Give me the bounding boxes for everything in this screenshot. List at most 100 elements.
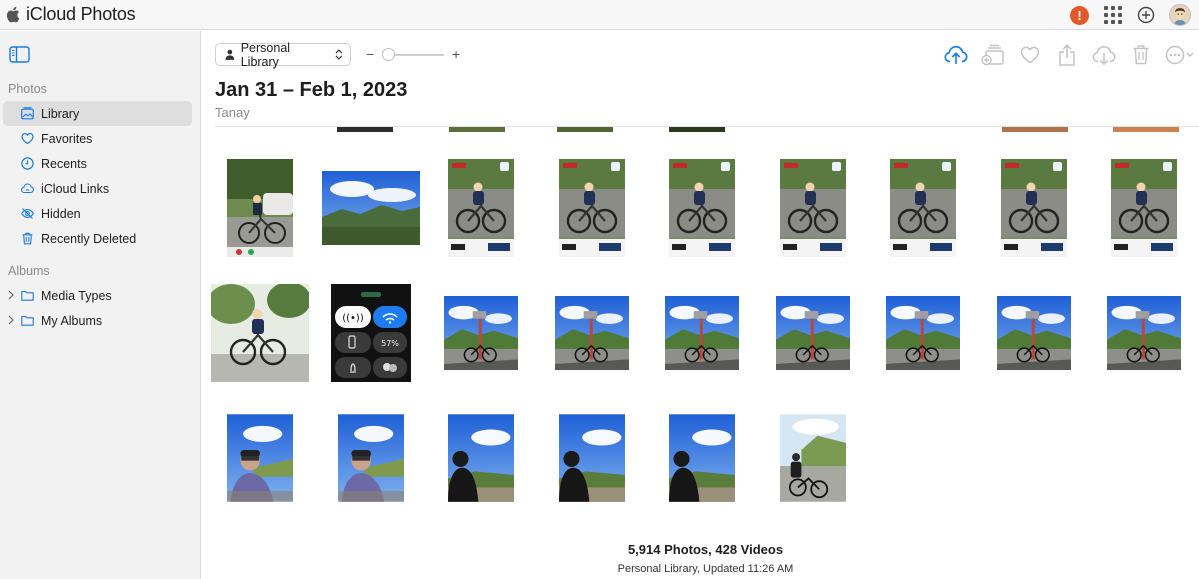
upload-button[interactable]	[943, 42, 968, 67]
top-bar: iCloud Photos !	[0, 0, 1199, 30]
photo-thumbnail[interactable]	[211, 284, 310, 382]
photo-thumbnail[interactable]	[886, 284, 961, 382]
photo-cell	[426, 399, 537, 517]
photo-thumbnail[interactable]	[1107, 284, 1182, 382]
favorite-button[interactable]	[1017, 42, 1042, 67]
photo-cell	[868, 149, 979, 267]
download-button[interactable]	[1091, 42, 1116, 67]
sidebar-item-label: Recently Deleted	[41, 231, 137, 246]
photo-thumbnail[interactable]	[1111, 159, 1178, 257]
alert-glyph: !	[1077, 7, 1082, 23]
zoom-slider[interactable]: − +	[366, 45, 462, 63]
more-button[interactable]	[1165, 42, 1196, 67]
zoom-out-button[interactable]: −	[366, 45, 374, 63]
library-select[interactable]: Personal Library	[215, 40, 351, 69]
add-circle-icon[interactable]	[1137, 6, 1155, 24]
location-subtitle: Tanay	[215, 105, 250, 120]
photo-cell	[1089, 149, 1199, 267]
photo-thumbnail[interactable]	[985, 296, 1083, 370]
zoom-thumb[interactable]	[382, 48, 396, 61]
photos-section-label: Photos	[8, 82, 47, 96]
zoom-in-button[interactable]: +	[452, 45, 460, 63]
sidebar-item-label: My Albums	[41, 313, 103, 328]
photo-thumbnail[interactable]	[558, 159, 625, 257]
photo-thumbnail-partial[interactable]	[557, 127, 613, 132]
photo-thumbnail[interactable]	[337, 409, 404, 507]
photo-cell	[1089, 274, 1199, 392]
photo-thumbnail[interactable]	[227, 409, 294, 507]
folder-icon	[21, 290, 34, 301]
photo-thumbnail[interactable]	[775, 284, 850, 382]
apple-logo-icon	[6, 6, 20, 23]
photo-thumbnail-partial[interactable]	[449, 127, 505, 132]
header-divider	[215, 126, 1199, 127]
avatar[interactable]	[1169, 4, 1191, 26]
photo-thumbnail[interactable]	[669, 159, 736, 257]
sidebar-toggle-icon[interactable]	[9, 46, 30, 63]
photo-thumbnail[interactable]	[669, 409, 736, 507]
app-grid-icon[interactable]	[1103, 5, 1123, 25]
photo-thumbnail[interactable]	[779, 159, 846, 257]
delete-button[interactable]	[1128, 42, 1153, 67]
sidebar-item-recently-deleted[interactable]: Recently Deleted	[3, 226, 192, 251]
photo-cell	[758, 274, 869, 392]
photo-cell	[868, 274, 979, 392]
sidebar-item-recents[interactable]: Recents	[3, 151, 192, 176]
chevron-right-icon[interactable]	[7, 290, 15, 300]
photo-thumbnail-partial[interactable]	[337, 127, 393, 132]
photo-thumbnail[interactable]	[448, 409, 515, 507]
photo-thumbnail-partial[interactable]	[669, 127, 725, 132]
photo-thumbnail[interactable]	[321, 171, 420, 245]
photo-thumbnail[interactable]	[558, 409, 625, 507]
sidebar-item-favorites[interactable]: Favorites	[3, 126, 192, 151]
sidebar-item-library[interactable]: Library	[3, 101, 192, 126]
photo-thumbnail[interactable]	[1000, 159, 1067, 257]
photo-cell	[426, 149, 537, 267]
photo-thumbnail[interactable]	[227, 159, 294, 257]
sidebar-item-icloud-links[interactable]: iCloud Links	[3, 176, 192, 201]
sidebar-item-label: Recents	[41, 156, 87, 171]
sidebar-item-label: Favorites	[41, 131, 93, 146]
photo-thumbnail[interactable]	[665, 284, 740, 382]
add-to-album-button[interactable]	[980, 42, 1005, 67]
photo-thumbnail[interactable]	[448, 159, 515, 257]
photo-cell	[758, 149, 869, 267]
photo-thumbnail[interactable]	[890, 159, 957, 257]
photo-cell	[205, 149, 316, 267]
photo-thumbnail-partial[interactable]	[1002, 127, 1068, 132]
trash-icon	[22, 232, 33, 245]
app-brand[interactable]: iCloud Photos	[6, 4, 136, 25]
photo-thumbnail[interactable]	[432, 296, 530, 370]
avatar-face-icon	[1170, 5, 1190, 25]
photo-cell	[537, 399, 648, 517]
photo-thumbnail[interactable]: ((•)) 57%	[330, 284, 411, 382]
sidebar-item-hidden[interactable]: Hidden	[3, 201, 192, 226]
photo-cell	[647, 274, 758, 392]
sidebar-item-my-albums[interactable]: My Albums	[3, 308, 192, 333]
top-icons: !	[1070, 4, 1191, 26]
photo-cell	[979, 274, 1090, 392]
photo-thumbnail[interactable]	[779, 409, 846, 507]
page-title: Jan 31 – Feb 1, 2023	[215, 79, 408, 101]
photo-cell	[647, 399, 758, 517]
share-button[interactable]	[1054, 42, 1079, 67]
alert-icon[interactable]: !	[1070, 5, 1089, 25]
chevron-right-icon[interactable]	[7, 315, 15, 325]
sidebar-item-media-types[interactable]: Media Types	[3, 283, 192, 308]
heart-icon	[21, 132, 34, 145]
eye-slash-icon	[21, 208, 34, 219]
person-icon	[225, 49, 235, 60]
photo-cell	[537, 274, 648, 392]
photo-thumbnail[interactable]	[554, 284, 629, 382]
library-select-label: Personal Library	[240, 40, 291, 69]
photo-grid: ((•)) 57%	[205, 127, 1199, 517]
albums-section-label: Albums	[8, 264, 50, 278]
photo-thumbnail-partial[interactable]	[1113, 127, 1179, 132]
more-icon	[1165, 45, 1194, 64]
photo-cell	[316, 399, 427, 517]
sidebar-item-label: iCloud Links	[41, 181, 110, 196]
photo-cell	[537, 149, 648, 267]
photo-cell	[316, 149, 427, 267]
sidebar-item-label: Library	[41, 106, 80, 121]
photo-cell	[979, 149, 1090, 267]
